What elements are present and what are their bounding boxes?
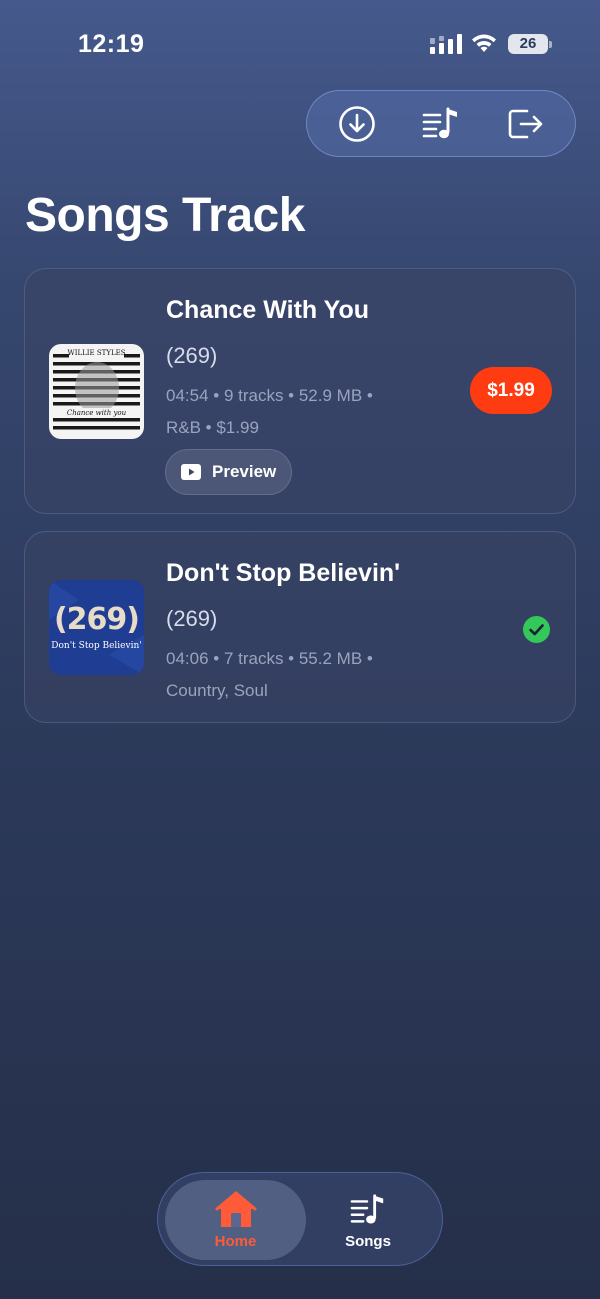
album-art-image xyxy=(49,344,144,439)
playlist-icon xyxy=(350,1193,384,1223)
top-action-bar xyxy=(306,90,576,157)
tab-home[interactable]: Home xyxy=(165,1180,306,1260)
song-artist: (269) xyxy=(166,343,218,368)
album-cover-text-bottom: Chance with you xyxy=(66,409,127,417)
song-meta-line: Country, Soul xyxy=(166,681,268,700)
song-artist: (269) xyxy=(166,606,218,631)
album-cover: WILLIE STYLES Chance with you xyxy=(49,344,144,439)
song-title: Don't Stop Believin' xyxy=(166,559,401,587)
signal-icon xyxy=(430,34,462,54)
battery-indicator: 26 xyxy=(508,34,548,54)
download-button[interactable] xyxy=(334,101,380,147)
wifi-icon xyxy=(472,34,496,52)
preview-button[interactable]: Preview xyxy=(165,449,292,495)
page-title: Songs Track xyxy=(25,189,305,242)
download-icon xyxy=(339,105,375,142)
song-card[interactable]: (269) Don't Stop Believin' Don't Stop Be… xyxy=(24,531,576,723)
bottom-tab-bar: Home Songs xyxy=(157,1172,443,1266)
logout-button[interactable] xyxy=(502,101,548,147)
album-cover-text-top: WILLIE STYLES xyxy=(67,349,126,357)
status-time: 12:19 xyxy=(78,30,145,58)
song-meta: 04:06 • 7 tracks • 55.2 MB • Country, So… xyxy=(166,643,436,707)
song-meta-line: R&B • $1.99 xyxy=(166,418,259,437)
youtube-play-icon xyxy=(181,464,201,480)
logout-icon xyxy=(508,109,543,138)
buy-price-button[interactable]: $1.99 xyxy=(470,367,552,414)
song-title: Chance With You xyxy=(166,296,370,324)
song-meta-line: 04:54 • 9 tracks • 52.9 MB • xyxy=(166,386,373,405)
album-cover: (269) Don't Stop Believin' xyxy=(49,580,144,675)
tab-home-label: Home xyxy=(214,1232,257,1250)
home-icon xyxy=(215,1191,256,1227)
song-meta-line: 04:06 • 7 tracks • 55.2 MB • xyxy=(166,649,373,668)
playlist-button[interactable] xyxy=(418,101,464,147)
tab-songs-label: Songs xyxy=(345,1232,391,1250)
album-cover-text-bottom: Don't Stop Believin' xyxy=(51,641,142,651)
battery-tip xyxy=(549,41,552,48)
tab-songs[interactable]: Songs xyxy=(306,1180,430,1260)
playlist-icon xyxy=(422,107,457,138)
album-cover-text-top: (269) xyxy=(53,602,140,637)
checkmark-circle-icon xyxy=(523,616,550,643)
song-card[interactable]: WILLIE STYLES Chance with you Chance Wit… xyxy=(24,268,576,514)
preview-label: Preview xyxy=(212,462,277,481)
song-meta: 04:54 • 9 tracks • 52.9 MB • R&B • $1.99 xyxy=(166,380,436,444)
status-bar: 12:19 26 xyxy=(0,0,600,90)
